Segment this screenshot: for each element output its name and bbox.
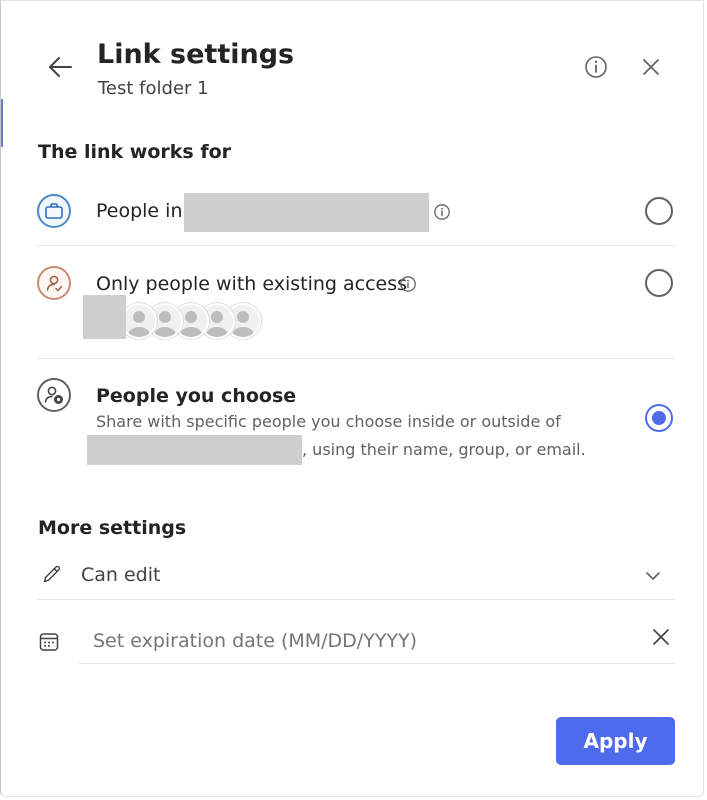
link-works-for-heading: The link works for	[38, 141, 232, 163]
info-button[interactable]	[583, 54, 609, 80]
option-label: Only people with existing access	[96, 273, 408, 295]
back-button[interactable]	[45, 53, 75, 81]
info-icon	[585, 56, 607, 78]
divider	[79, 663, 675, 664]
close-button[interactable]	[638, 54, 664, 80]
info-icon[interactable]	[399, 275, 417, 293]
clear-date-button[interactable]	[649, 625, 673, 649]
close-icon	[643, 59, 659, 75]
window-edge-accent	[1, 99, 3, 147]
chevron-down-icon	[646, 572, 660, 580]
avatar	[121, 303, 157, 339]
divider	[37, 245, 675, 246]
radio-people-in-org[interactable]	[645, 197, 673, 225]
person-sync-icon	[37, 266, 71, 300]
redacted-avatar	[83, 295, 126, 339]
radio-existing-access[interactable]	[645, 269, 673, 297]
people-settings-icon	[37, 378, 71, 412]
close-icon	[653, 629, 669, 645]
more-settings-heading: More settings	[38, 517, 187, 539]
info-icon[interactable]	[433, 203, 451, 221]
link-settings-dialog: Link settings Test folder 1 The link wor…	[0, 0, 704, 797]
calendar-icon	[39, 633, 59, 651]
divider	[37, 358, 675, 359]
expiration-date-input[interactable]	[93, 623, 613, 659]
pencil-icon	[43, 565, 61, 583]
page-title: Link settings	[97, 39, 295, 70]
option-label: People you choose	[96, 385, 297, 407]
radio-people-you-choose[interactable]	[645, 404, 673, 432]
redacted-org-name	[87, 435, 302, 465]
divider	[37, 599, 675, 600]
permission-dropdown[interactable]: Can edit	[37, 557, 677, 597]
permission-value: Can edit	[81, 564, 161, 586]
arrow-left-icon	[49, 57, 72, 77]
folder-name: Test folder 1	[98, 78, 209, 99]
option-label: People in	[96, 200, 183, 222]
redacted-org-name	[184, 193, 429, 232]
option-people-in-org[interactable]: People in	[37, 187, 677, 239]
option-description: Share with specific people you choose in…	[96, 412, 561, 431]
apply-button[interactable]: Apply	[556, 717, 675, 765]
expiration-row	[37, 619, 677, 663]
briefcase-icon	[37, 194, 71, 228]
option-description-cont: , using their name, group, or email.	[302, 440, 586, 459]
